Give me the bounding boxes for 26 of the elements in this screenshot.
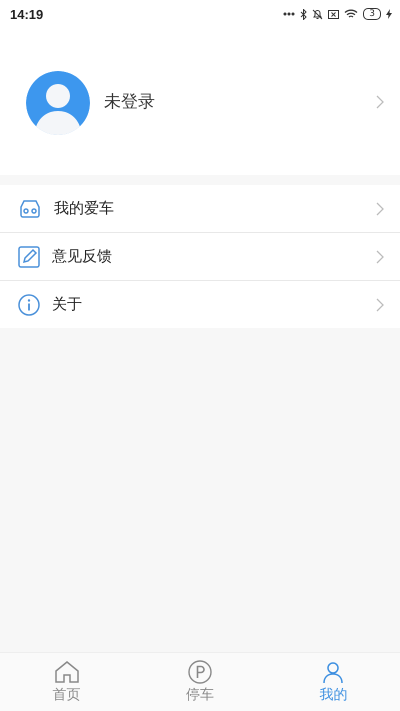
bluetooth-icon xyxy=(300,8,308,20)
menu-item[interactable]: 关于 xyxy=(0,281,400,328)
edit-icon xyxy=(18,246,40,268)
chevron-icon xyxy=(376,298,384,312)
menu-label: 我的爱车 xyxy=(54,199,115,218)
chevron-icon xyxy=(376,202,384,216)
chevron-icon xyxy=(376,250,384,264)
status-time: 14:19 xyxy=(10,6,44,22)
wifi-icon xyxy=(344,9,358,19)
more-icon xyxy=(283,12,296,16)
car-icon xyxy=(18,198,42,218)
battery-level: 3 xyxy=(363,8,381,20)
menu-item[interactable]: 意见反馈 xyxy=(0,233,400,281)
no-sim-icon xyxy=(328,10,340,18)
avatar-icon xyxy=(26,70,90,134)
menu-label: 意见反馈 xyxy=(52,247,113,266)
info-icon xyxy=(18,294,40,316)
menu-label: 关于 xyxy=(52,295,83,314)
home-icon xyxy=(54,660,80,684)
parking-icon xyxy=(188,660,212,684)
charging-icon xyxy=(386,9,392,19)
menu-item[interactable]: 我的爱车 xyxy=(0,185,400,233)
login-status: 未登录 xyxy=(104,91,156,113)
bell-off-icon xyxy=(312,8,324,20)
user-icon xyxy=(321,660,346,684)
chevron-icon xyxy=(376,94,384,108)
